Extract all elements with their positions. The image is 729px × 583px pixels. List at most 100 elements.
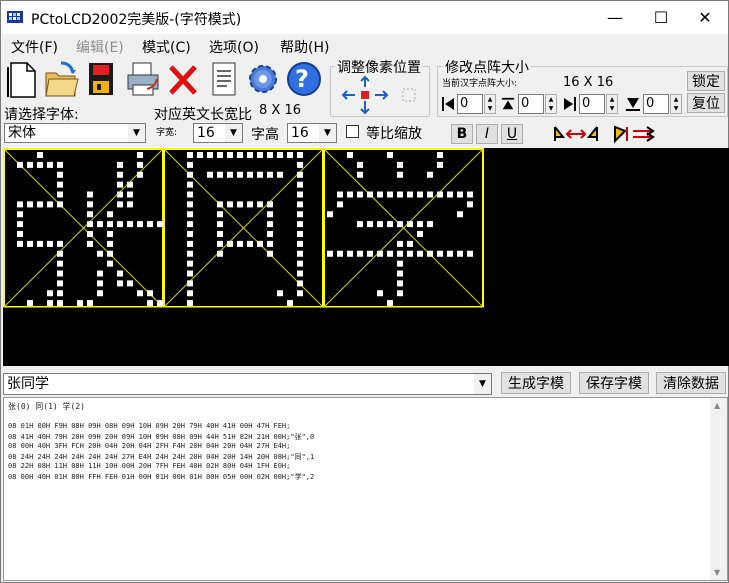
glyph-pixel[interactable]: [37, 161, 43, 168]
bottom-spin-value[interactable]: 0: [643, 94, 669, 114]
glyph-pixel[interactable]: [387, 152, 393, 158]
menu-file[interactable]: 文件(F): [11, 37, 58, 57]
bottom-spin-arrows[interactable]: ▲ ▼: [670, 94, 682, 114]
glyph-pixel[interactable]: [397, 161, 403, 168]
glyph-pixel[interactable]: [217, 171, 223, 178]
glyph-pixel[interactable]: [127, 221, 133, 228]
glyph-pixel[interactable]: [297, 161, 303, 168]
glyph-pixel[interactable]: [397, 171, 403, 178]
glyph-pixel[interactable]: [117, 171, 123, 178]
glyph-pixel[interactable]: [187, 171, 193, 178]
glyph-pixel[interactable]: [187, 161, 193, 168]
glyph-pixel[interactable]: [397, 280, 403, 287]
glyph-pixel[interactable]: [157, 300, 163, 307]
glyph-pixel[interactable]: [467, 191, 473, 198]
chevron-down-icon[interactable]: ▼: [225, 124, 242, 142]
glyph-pixel[interactable]: [257, 201, 263, 208]
glyph-pixel[interactable]: [437, 152, 443, 158]
glyph-pixel[interactable]: [297, 290, 303, 297]
glyph-pixel[interactable]: [27, 300, 33, 307]
glyph-pixel[interactable]: [297, 191, 303, 198]
glyph-pixel[interactable]: [217, 240, 223, 247]
glyph-pixel[interactable]: [417, 231, 423, 237]
glyph-pixel[interactable]: [107, 231, 113, 237]
glyph-pixel[interactable]: [417, 250, 423, 257]
top-spin[interactable]: 0 ▲ ▼: [518, 94, 558, 114]
glyph-pixel[interactable]: [407, 240, 413, 247]
glyph-pixel[interactable]: [147, 221, 153, 228]
chevron-down-icon[interactable]: ▼: [474, 374, 491, 394]
top-spin-value[interactable]: 0: [518, 94, 544, 114]
glyph-pixel[interactable]: [187, 260, 193, 267]
glyph-pixel[interactable]: [387, 191, 393, 198]
scroll-down-icon[interactable]: ▼: [714, 568, 720, 577]
glyph-pixel[interactable]: [27, 240, 33, 247]
output-scrollbar[interactable]: ▲ ▼: [710, 398, 727, 580]
glyph-pixel[interactable]: [287, 300, 293, 307]
glyph-pixel[interactable]: [417, 221, 423, 228]
left-spin-arrows[interactable]: ▲ ▼: [484, 94, 496, 114]
glyph-pixel[interactable]: [397, 191, 403, 198]
glyph-pixel[interactable]: [137, 152, 143, 158]
glyph-pixel[interactable]: [267, 240, 273, 247]
glyph-pixel[interactable]: [377, 191, 383, 198]
menu-mode[interactable]: 模式(C): [142, 37, 191, 57]
glyph-pixel[interactable]: [437, 161, 443, 168]
glyph-pixel[interactable]: [427, 191, 433, 198]
glyph-pixel[interactable]: [187, 270, 193, 277]
mirror-horizontal-icon[interactable]: [551, 123, 601, 145]
glyph-pixel[interactable]: [357, 221, 363, 228]
glyph-pixel[interactable]: [197, 152, 203, 158]
glyph-pixel[interactable]: [417, 191, 423, 198]
glyph-pixel[interactable]: [427, 221, 433, 228]
glyph-pixel[interactable]: [437, 250, 443, 257]
close-button[interactable]: ✕: [682, 1, 728, 34]
glyph-pixel[interactable]: [227, 171, 233, 178]
glyph-pixel[interactable]: [397, 290, 403, 297]
shift-up-icon[interactable]: [360, 75, 370, 88]
glyph-pixel[interactable]: [327, 250, 333, 257]
glyph-pixel[interactable]: [327, 211, 333, 218]
glyph-pixel[interactable]: [187, 181, 193, 188]
glyph-pixel[interactable]: [107, 221, 113, 228]
glyph-pixel[interactable]: [117, 280, 123, 287]
glyph-pixel[interactable]: [47, 201, 53, 208]
glyph-pixel[interactable]: [107, 260, 113, 267]
glyph-pixel[interactable]: [357, 171, 363, 178]
glyph-pixel[interactable]: [87, 191, 93, 198]
glyph-pixel[interactable]: [97, 280, 103, 287]
frame-icon[interactable]: [402, 88, 416, 102]
glyph-pixel[interactable]: [117, 201, 123, 208]
save-font-button[interactable]: 保存字模: [579, 372, 649, 394]
glyph-pixel[interactable]: [457, 211, 463, 218]
clear-data-button[interactable]: 清除数据: [656, 372, 726, 394]
glyph-pixel[interactable]: [397, 250, 403, 257]
glyph-pixel[interactable]: [47, 300, 53, 307]
glyph-pixel[interactable]: [397, 240, 403, 247]
glyph-pixel[interactable]: [377, 290, 383, 297]
glyph-pixel[interactable]: [257, 240, 263, 247]
glyph-pixel[interactable]: [357, 161, 363, 168]
glyph-pixel[interactable]: [247, 152, 253, 158]
glyph-pixel[interactable]: [217, 221, 223, 228]
glyph-pixel[interactable]: [107, 250, 113, 257]
glyph-pixel[interactable]: [297, 280, 303, 287]
glyph-pixel[interactable]: [207, 152, 213, 158]
glyph-pixel[interactable]: [47, 240, 53, 247]
bold-button[interactable]: B: [451, 124, 473, 144]
menu-options[interactable]: 选项(O): [209, 37, 259, 57]
glyph-pixel[interactable]: [367, 250, 373, 257]
glyph-pixel[interactable]: [237, 152, 243, 158]
glyph-pixel[interactable]: [227, 240, 233, 247]
glyph-pixel[interactable]: [297, 231, 303, 237]
glyph-pixel[interactable]: [247, 171, 253, 178]
glyph-pixel[interactable]: [187, 290, 193, 297]
glyph-pixel[interactable]: [57, 250, 63, 257]
glyph-pixel[interactable]: [217, 201, 223, 208]
glyph-pixel[interactable]: [57, 290, 63, 297]
glyph-pixel[interactable]: [217, 211, 223, 218]
glyph-pixel[interactable]: [257, 152, 263, 158]
glyph-pixel[interactable]: [387, 250, 393, 257]
glyph-pixel[interactable]: [187, 221, 193, 228]
glyph-pixel[interactable]: [347, 152, 353, 158]
